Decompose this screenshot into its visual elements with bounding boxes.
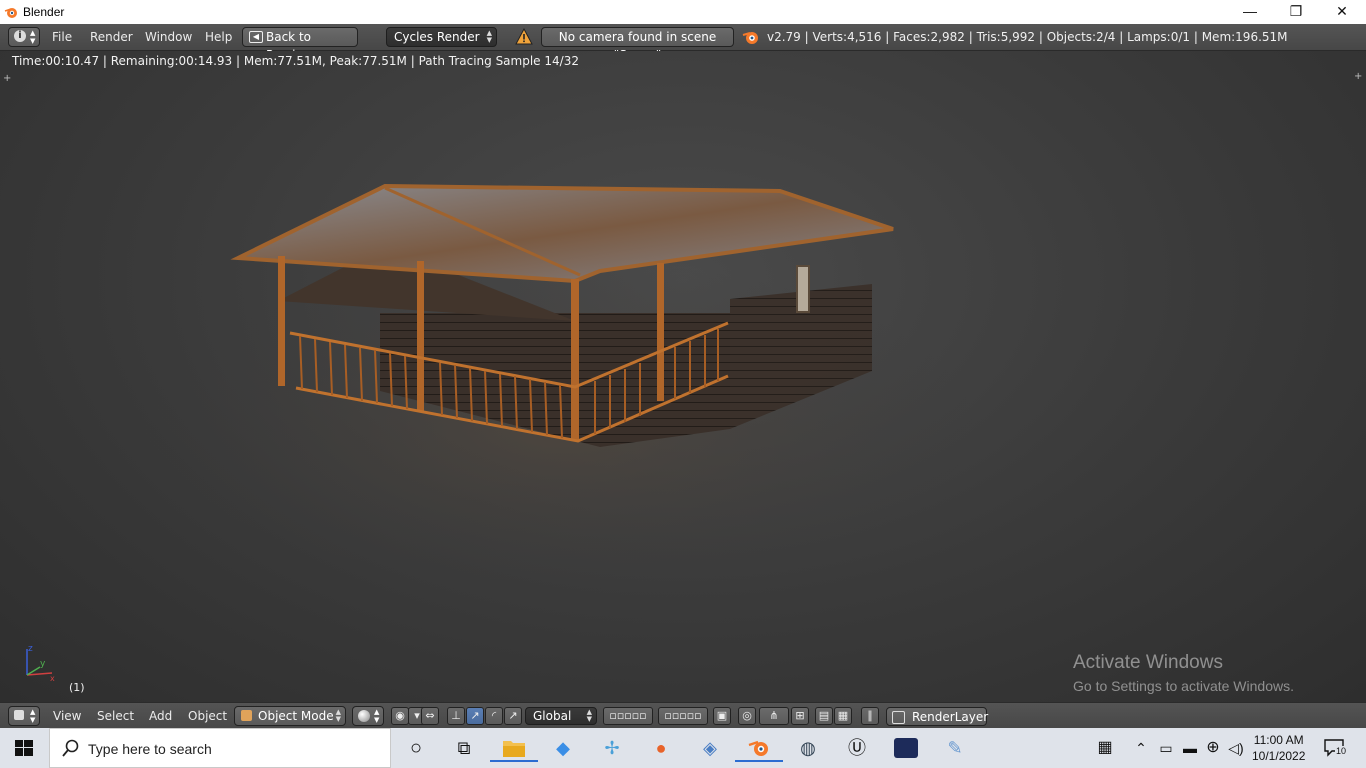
news-widget-icon[interactable]: ▦: [1091, 734, 1119, 762]
warning-icon: [515, 27, 533, 46]
axis-x-label: x: [50, 674, 55, 683]
scene-layers-grid-icon[interactable]: ▫▫▫▫▫: [603, 707, 653, 725]
info-icon: i: [14, 30, 26, 42]
manipulator-toggle-icon[interactable]: ⊥: [447, 707, 465, 725]
activate-windows-watermark: Activate Windows Go to Settings to activ…: [1073, 652, 1294, 694]
back-arrow-icon: ◀: [249, 31, 263, 43]
network-app-icon[interactable]: ◈: [696, 734, 724, 762]
menu-help[interactable]: Help: [205, 30, 232, 44]
taskbar-clock[interactable]: 11:00 AM 10/1/2022: [1252, 732, 1305, 764]
minimize-button[interactable]: —: [1227, 0, 1273, 24]
translate-manipulator-icon[interactable]: ↗: [466, 707, 484, 725]
opengl-render-animation-icon[interactable]: ▦: [834, 707, 852, 725]
clock-time: 11:00 AM: [1253, 733, 1304, 747]
snap-target-icon[interactable]: ⊞: [791, 707, 809, 725]
rendered-house-model: [140, 183, 980, 581]
render-engine-dropdown[interactable]: Cycles Render ▲ ▼: [386, 27, 497, 47]
search-placeholder: Type here to search: [88, 741, 212, 757]
windows-start-icon[interactable]: [15, 740, 33, 756]
updown-arrows-icon: ▲ ▼: [486, 29, 492, 44]
blender-logo-icon: [4, 8, 17, 18]
menu-object[interactable]: Object: [188, 709, 227, 723]
cube-editor-icon: [14, 710, 24, 720]
dolphin-app-icon[interactable]: ◆: [549, 734, 577, 762]
scene-layers-grid-icon[interactable]: ▫▫▫▫▫: [658, 707, 708, 725]
lock-layers-icon[interactable]: ▣: [713, 707, 731, 725]
snap-element-icon[interactable]: ⇔: [421, 707, 439, 725]
menu-select[interactable]: Select: [97, 709, 134, 723]
proportional-edit-icon[interactable]: ◎: [738, 707, 756, 725]
scale-manipulator-icon[interactable]: ↗: [504, 707, 522, 725]
axis-y-label: y: [40, 659, 46, 669]
object-mode-cube-icon: [241, 710, 252, 721]
menu-render[interactable]: Render: [90, 30, 133, 44]
window-title: Blender: [23, 5, 65, 19]
app-launcher-icon[interactable]: [892, 734, 920, 762]
blender-taskbar-icon[interactable]: [735, 734, 783, 762]
firefox-icon[interactable]: ●: [647, 734, 675, 762]
notification-center-icon[interactable]: 10: [1324, 739, 1348, 757]
render-layer-icon: [892, 711, 905, 724]
snap-toggle-icon[interactable]: ⋔: [759, 707, 789, 725]
info-header: i ▲▼ File Render Window Help ◀ Back to P…: [0, 24, 1366, 62]
search-icon: [62, 739, 80, 760]
game-controller-app-icon[interactable]: ✢: [598, 734, 626, 762]
axis-z-label: z: [28, 644, 33, 654]
maximize-button[interactable]: ❐: [1273, 0, 1319, 24]
updown-arrows-icon: ▲ ▼: [586, 708, 592, 723]
transform-orientation-dropdown[interactable]: Global ▲ ▼: [525, 707, 597, 725]
3d-viewport[interactable]: Time:00:10.47 | Remaining:00:14.93 | Mem…: [0, 51, 1366, 702]
menu-view[interactable]: View: [53, 709, 81, 723]
current-frame-label: (1): [69, 681, 85, 694]
editor-type-info-button[interactable]: i ▲ ▼: [8, 27, 40, 47]
window-titlebar: Blender — ❐ ✕: [0, 0, 1366, 24]
render-engine-value: Cycles Render: [394, 30, 480, 44]
updown-arrows-icon: ▲ ▼: [30, 29, 36, 45]
menu-file[interactable]: File: [52, 30, 72, 44]
editor-type-3dview-button[interactable]: ▲ ▼: [8, 706, 40, 726]
task-view-icon[interactable]: ⧉: [450, 734, 478, 762]
unreal-engine-icon[interactable]: Ⓤ: [843, 734, 871, 762]
close-button[interactable]: ✕: [1319, 0, 1365, 24]
clock-date: 10/1/2022: [1252, 749, 1306, 763]
pause-render-icon[interactable]: ∥: [861, 707, 879, 725]
paint-app-icon[interactable]: ✎: [941, 734, 969, 762]
taskbar-search-box[interactable]: Type here to search: [49, 728, 391, 768]
no-camera-warning: No camera found in scene "Scene": [541, 27, 734, 62]
scene-statistics: v2.79 | Verts:4,516 | Faces:2,982 | Tris…: [767, 30, 1288, 44]
volume-icon[interactable]: ◁): [1222, 734, 1250, 762]
menu-window[interactable]: Window: [145, 30, 192, 44]
3d-view-header: ▲ ▼ View Select Add Object Object Mode ▲ ▼…: [0, 702, 1366, 729]
rotate-manipulator-icon[interactable]: ◜: [485, 707, 503, 725]
render-layer-value: RenderLayer: [912, 710, 989, 724]
notification-count-badge: 10: [1335, 746, 1348, 756]
shading-sphere-icon: [358, 710, 370, 722]
chevron-up-icon[interactable]: ⌃: [1127, 734, 1155, 762]
cortana-circle-icon[interactable]: ○: [402, 734, 430, 762]
axis-gizmo-icon: z y x: [26, 644, 55, 683]
interaction-mode-dropdown[interactable]: Object Mode ▲ ▼: [234, 706, 346, 726]
updown-arrows-icon: ▲ ▼: [335, 708, 341, 723]
viewport-shading-dropdown[interactable]: ▲ ▼: [352, 706, 384, 726]
updown-arrows-icon: ▲ ▼: [374, 708, 380, 724]
interaction-mode-value: Object Mode: [258, 709, 334, 723]
back-to-previous-button[interactable]: ◀ Back to Previous: [242, 27, 358, 62]
davinci-resolve-icon[interactable]: ◍: [794, 734, 822, 762]
windows-taskbar: Type here to search ○ ⧉ ◆ ✢ ● ◈ ◍ Ⓤ ✎ ▦ …: [0, 728, 1366, 768]
activate-windows-title: Activate Windows: [1073, 652, 1223, 673]
menu-add[interactable]: Add: [149, 709, 172, 723]
updown-arrows-icon: ▲ ▼: [30, 708, 36, 724]
activate-windows-subtitle: Go to Settings to activate Windows.: [1073, 678, 1294, 694]
opengl-render-image-icon[interactable]: ▤: [815, 707, 833, 725]
render-layer-field[interactable]: RenderLayer: [886, 707, 989, 726]
transform-orientation-value: Global: [533, 709, 572, 723]
pivot-point-icon[interactable]: ◉: [391, 707, 409, 725]
blender-logo-icon: [742, 29, 760, 48]
file-explorer-icon[interactable]: [490, 734, 538, 762]
